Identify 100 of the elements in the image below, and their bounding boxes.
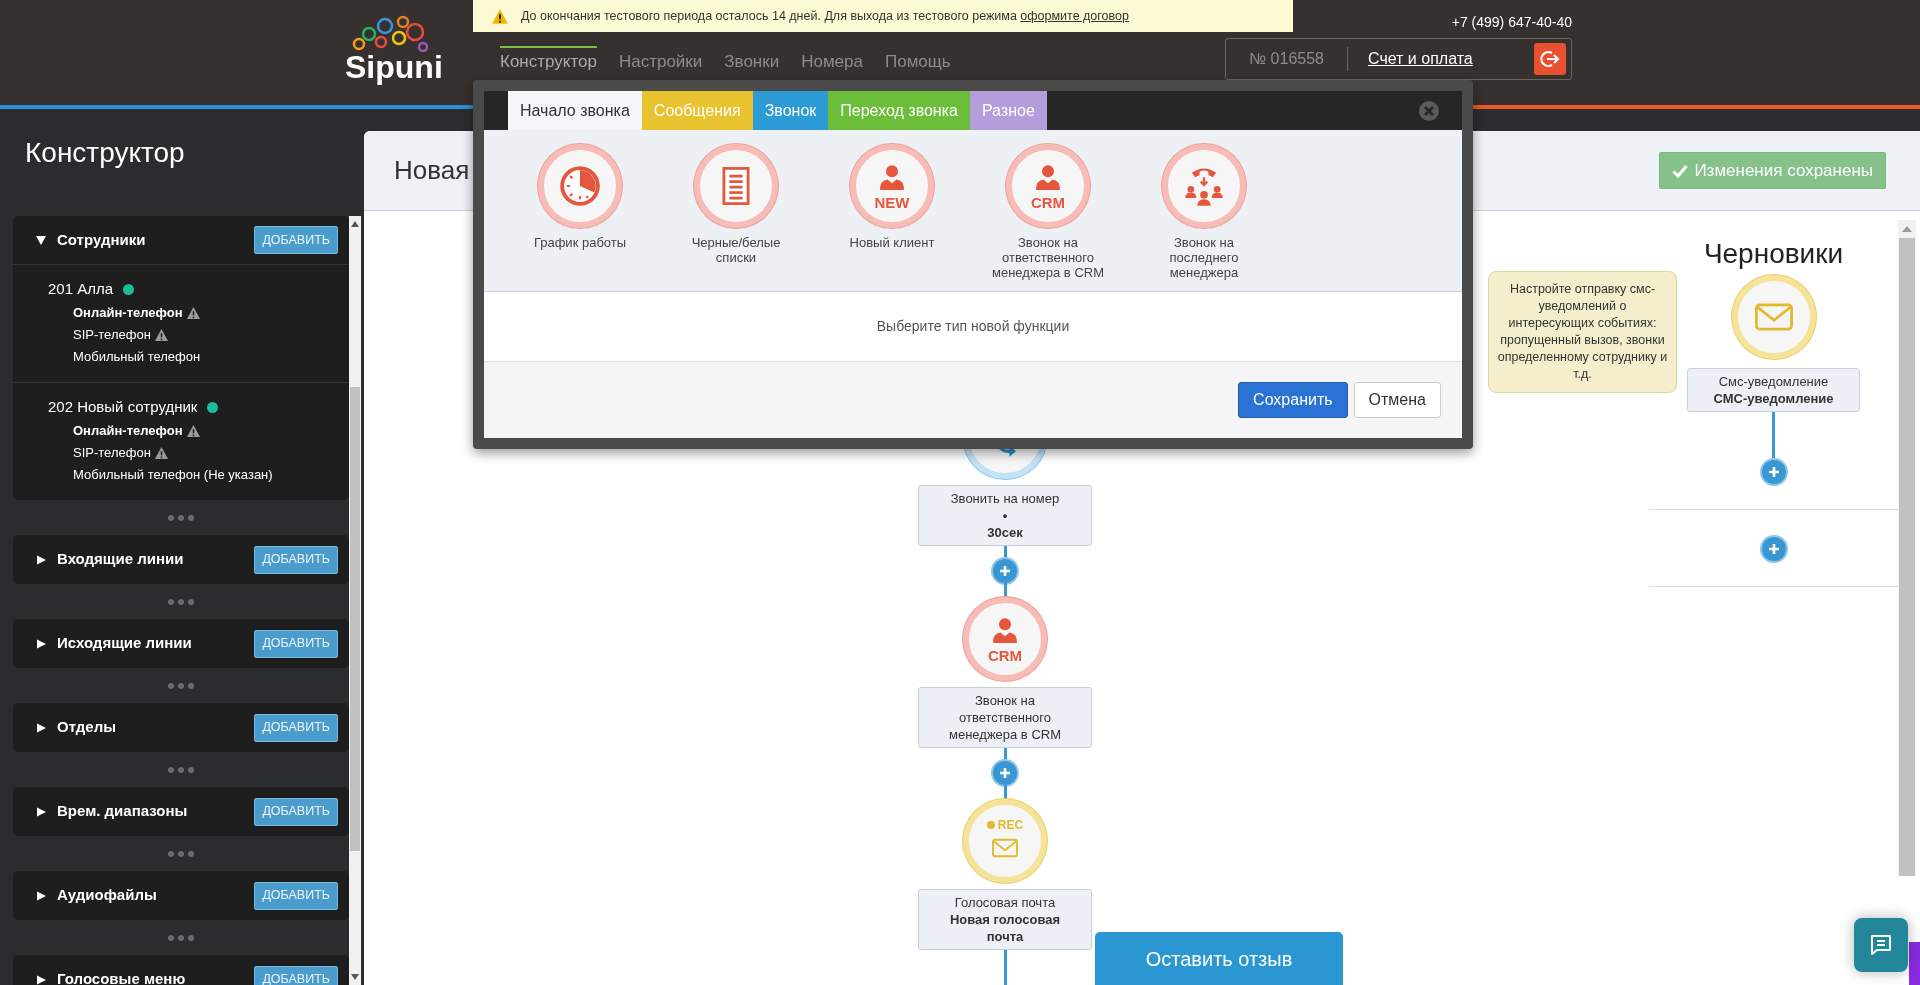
employee-name[interactable]: 202 Новый сотрудник: [48, 397, 198, 417]
ellipsis-icon[interactable]: [168, 934, 194, 941]
feedback-button[interactable]: Оставить отзыв: [1095, 932, 1343, 985]
nav-link[interactable]: Помощь: [885, 46, 951, 72]
plus-icon: [999, 767, 1011, 779]
section-title[interactable]: Аудиофайлы: [57, 884, 157, 907]
expand-triangle-icon[interactable]: [35, 805, 47, 818]
billing-link[interactable]: Счет и оплата: [1368, 47, 1473, 71]
step-value: 30сек: [987, 524, 1023, 541]
employee-name[interactable]: 201 Алла: [48, 279, 114, 299]
function-label: Новый клиент: [848, 235, 936, 250]
nav-link[interactable]: Звонки: [724, 46, 780, 72]
step-value: СМС-уведомление: [1713, 390, 1834, 407]
section-title[interactable]: Входящие линии: [57, 548, 184, 571]
function-label: График работы: [532, 235, 628, 250]
step-title: Смс-уведомление: [1718, 373, 1829, 390]
scrollbar-thumb[interactable]: [350, 387, 360, 851]
logo-text: Sipuni: [345, 50, 443, 84]
add-step-button[interactable]: [1761, 537, 1786, 561]
step-card[interactable]: Звонить на номер • 30сек: [918, 485, 1092, 546]
expand-triangle-icon[interactable]: [35, 234, 47, 246]
function-label: Звонок на последнего менеджера: [1168, 235, 1240, 280]
plus-icon: [1767, 466, 1780, 478]
section-title[interactable]: Сотрудники: [57, 228, 146, 252]
clock-icon: [558, 164, 602, 208]
step-card[interactable]: Смс-уведомление СМС-уведомление: [1687, 368, 1860, 412]
icon-caption: NEW: [874, 194, 910, 210]
section-title[interactable]: Исходящие линии: [57, 632, 192, 655]
logout-button[interactable]: [1534, 43, 1566, 75]
nav-link[interactable]: Конструктор: [500, 46, 597, 72]
section-title[interactable]: Голосовые меню: [57, 968, 186, 985]
section-title[interactable]: Врем. диапазоны: [57, 800, 188, 823]
chat-icon: [1869, 933, 1893, 957]
sidebar-title: Конструктор: [24, 136, 186, 169]
cancel-button[interactable]: Отмена: [1353, 382, 1441, 418]
banner-link[interactable]: оформите договор: [1020, 8, 1129, 23]
plus-icon: [999, 565, 1011, 577]
hint-text: Выберите тип новой функции: [876, 317, 1070, 336]
function-option[interactable]: CRM: [1006, 144, 1090, 228]
add-button[interactable]: ДОБАВИТЬ: [254, 629, 338, 658]
saved-status-button[interactable]: Изменения сохранены: [1659, 152, 1886, 189]
ellipsis-icon[interactable]: [168, 766, 194, 773]
phone-type: Онлайн-телефон: [73, 304, 183, 323]
function-option[interactable]: NEW: [850, 144, 934, 228]
function-label: Звонок на ответственного менеджера в CRM: [991, 235, 1105, 280]
chat-button[interactable]: [1854, 918, 1908, 972]
ellipsis-icon[interactable]: [168, 850, 194, 857]
scrollbar[interactable]: [349, 216, 361, 985]
expand-triangle-icon[interactable]: [35, 721, 47, 734]
phone-type: Мобильный телефон: [73, 348, 201, 367]
add-button[interactable]: ДОБАВИТЬ: [254, 713, 338, 742]
add-step-button[interactable]: [1761, 460, 1786, 484]
nav-link[interactable]: Номера: [801, 46, 863, 72]
category-tab[interactable]: Звонок: [752, 91, 829, 130]
check-icon: [1672, 163, 1689, 178]
add-button[interactable]: ДОБАВИТЬ: [254, 965, 338, 985]
scroll-up-icon[interactable]: [351, 221, 359, 227]
logo-rings-icon: [351, 14, 429, 54]
add-button[interactable]: ДОБАВИТЬ: [254, 545, 338, 574]
add-button[interactable]: ДОБАВИТЬ: [254, 881, 338, 910]
drafts-title: Черновики: [1703, 237, 1844, 271]
add-step-button[interactable]: [993, 761, 1017, 785]
warning-icon: [491, 7, 509, 25]
nav-link[interactable]: Настройки: [618, 46, 703, 72]
scroll-down-icon[interactable]: [351, 974, 359, 980]
add-button[interactable]: ДОБАВИТЬ: [254, 226, 338, 254]
icon-caption: REC: [997, 819, 1024, 831]
expand-triangle-icon[interactable]: [35, 637, 47, 650]
icon-caption: CRM: [1030, 194, 1066, 210]
close-icon[interactable]: [1418, 99, 1440, 122]
ellipsis-icon[interactable]: [168, 514, 194, 521]
phone-number: +7 (499) 647-40-40: [1451, 13, 1572, 31]
hint-note: Настройте отправку смс-уведомлений о интересующих событиях: пропущенный вызов, звонки определенному сотруднику и т.д.: [1488, 271, 1677, 393]
icon-caption: CRM: [987, 647, 1023, 663]
category-tab[interactable]: Начало звонка: [508, 91, 642, 130]
expand-triangle-icon[interactable]: [35, 553, 47, 566]
expand-triangle-icon[interactable]: [35, 889, 47, 902]
account-number: № 016558: [1226, 47, 1348, 71]
category-tab[interactable]: Переход звонка: [828, 91, 970, 130]
step-title: Звонить на номер: [950, 490, 1060, 507]
logout-icon: [1540, 50, 1560, 68]
add-button[interactable]: ДОБАВИТЬ: [254, 797, 338, 826]
phone-type: SIP-телефон: [73, 444, 151, 463]
add-step-button[interactable]: [993, 559, 1017, 583]
step-card[interactable]: Звонок на ответственного менеджера в CRM: [918, 687, 1092, 748]
expand-triangle-icon[interactable]: [35, 973, 47, 985]
save-button[interactable]: Сохранить: [1238, 382, 1348, 418]
category-tab[interactable]: Разное: [969, 91, 1047, 130]
step-title: Голосовая почта: [954, 894, 1056, 911]
connector-line: [1772, 412, 1775, 460]
connector-line: [1003, 950, 1007, 985]
banner-text: До окончания тестового периода осталось 14 дней. Для выхода из тестового режима оформите договор: [521, 7, 1129, 25]
page-title: Новая: [394, 154, 470, 187]
plus-icon: [1767, 543, 1780, 555]
section-title[interactable]: Отделы: [57, 716, 117, 739]
ellipsis-icon[interactable]: [168, 682, 194, 689]
function-label: Черные/белые списки: [690, 235, 782, 265]
step-card[interactable]: Голосовая почта Новая голосовая почта: [918, 889, 1092, 950]
step-title: Звонок на ответственного менеджера в CRM: [948, 692, 1062, 743]
ellipsis-icon[interactable]: [168, 598, 194, 605]
